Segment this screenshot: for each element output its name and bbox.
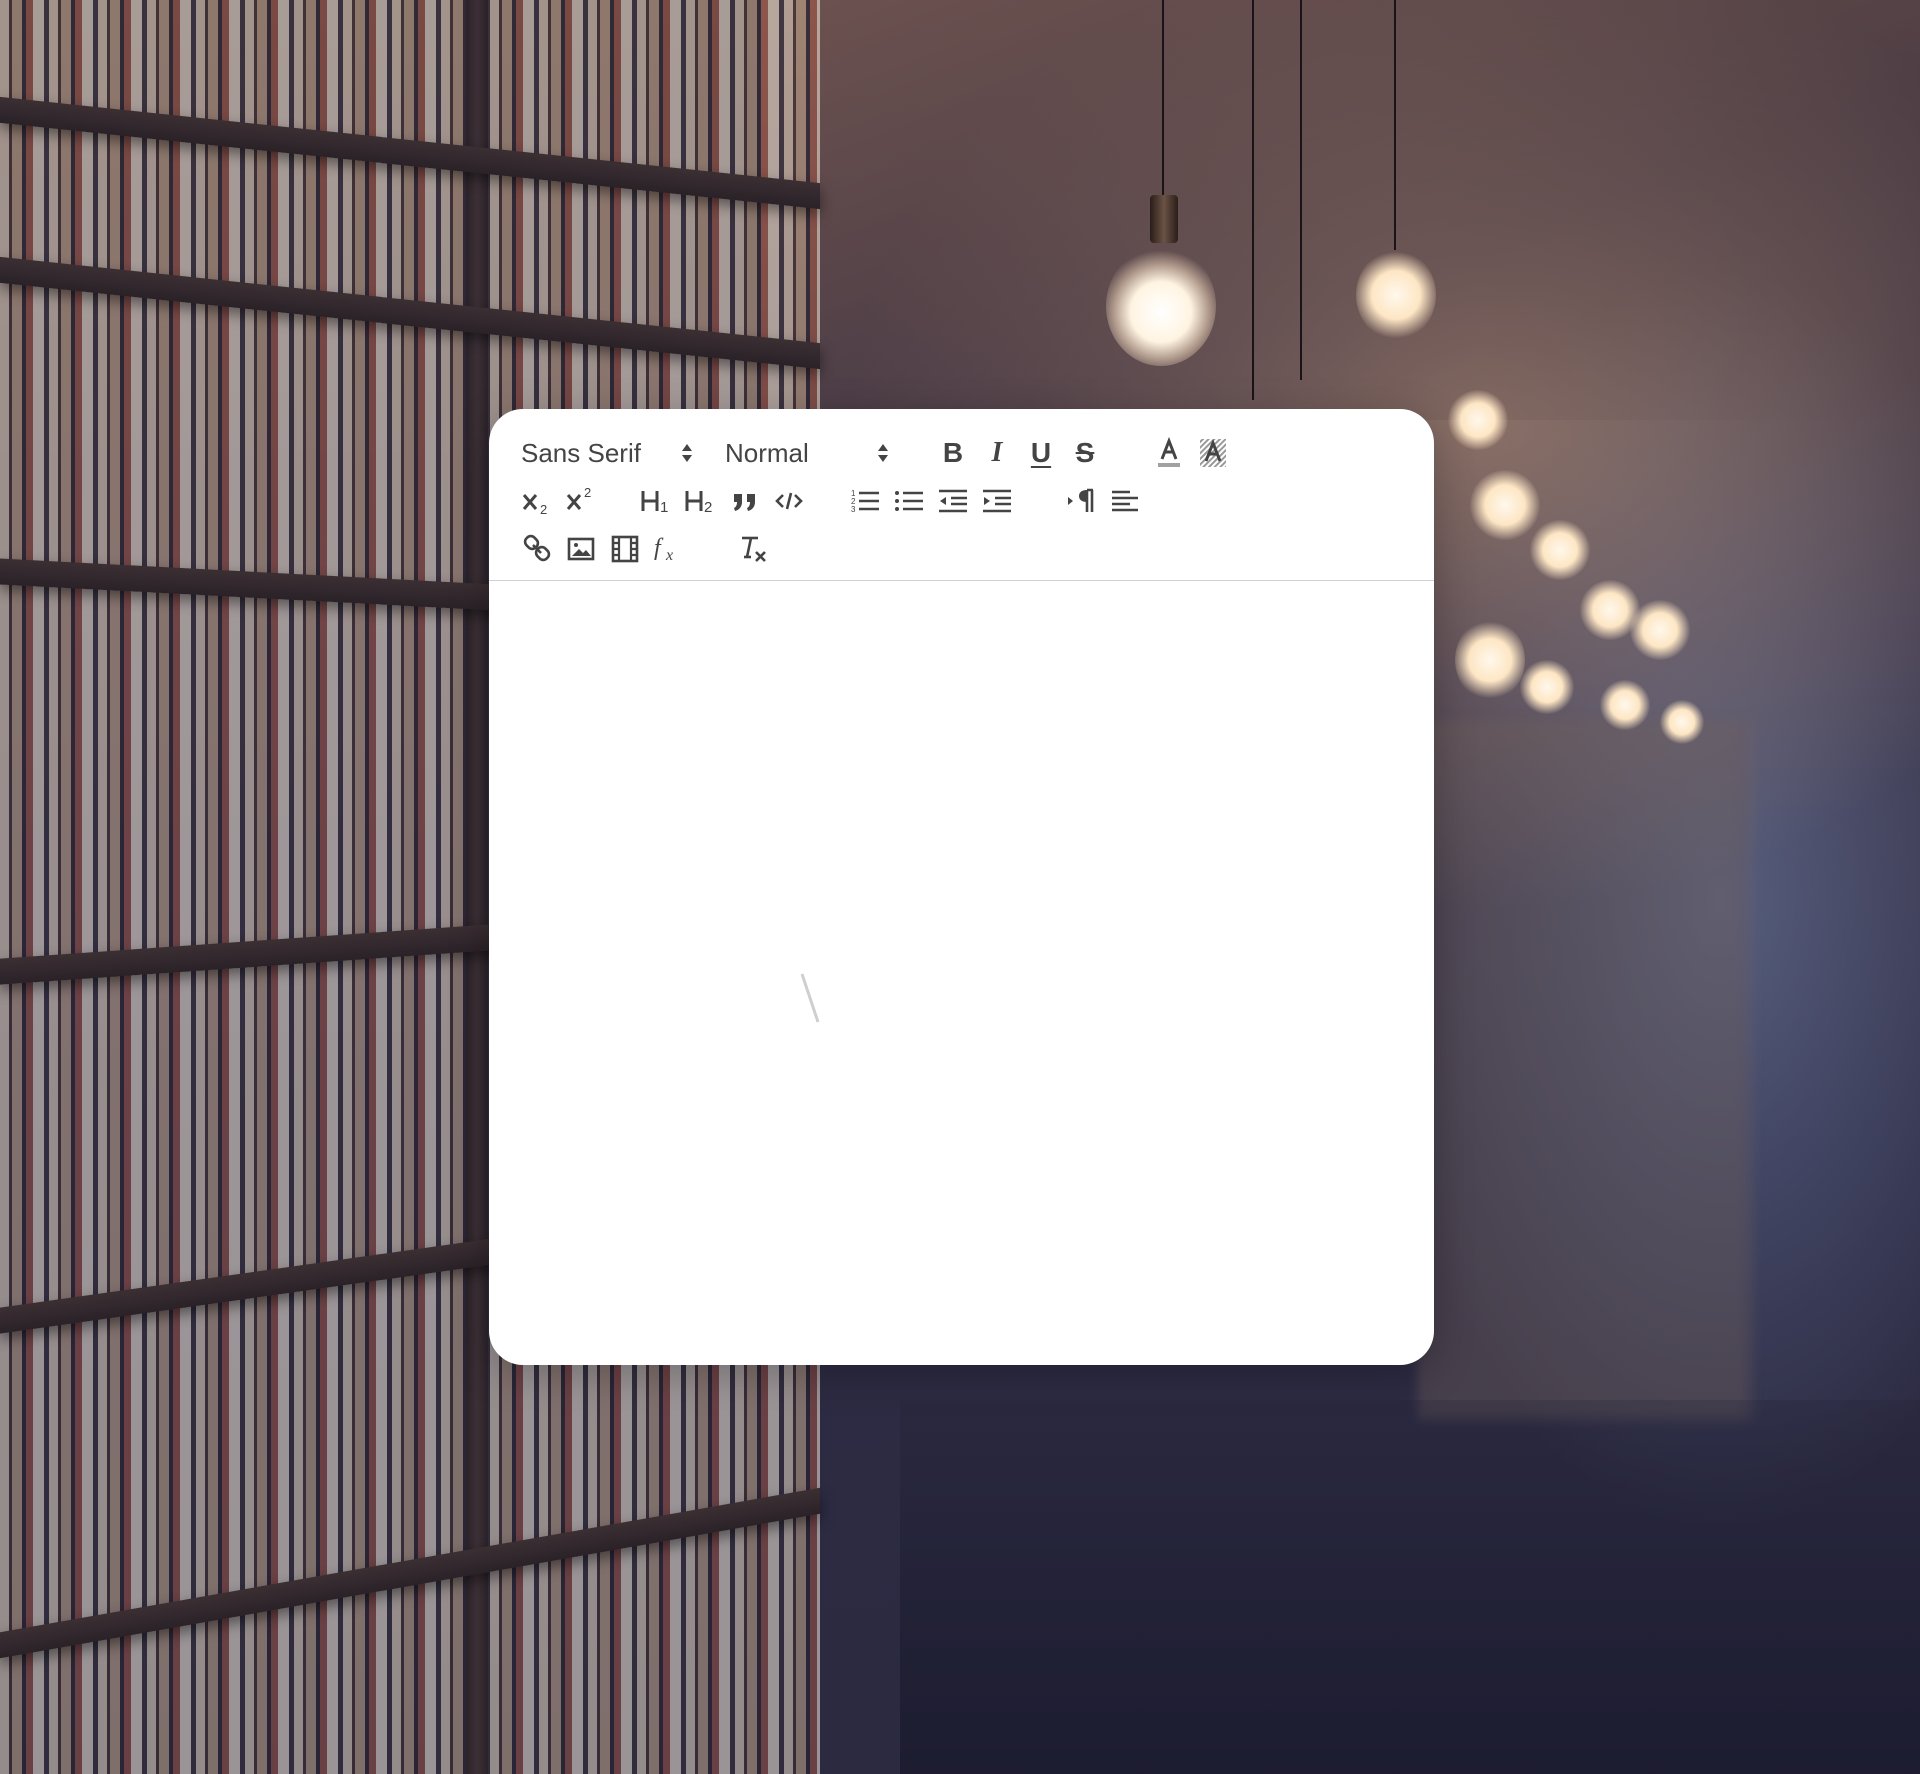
light-bulb — [1356, 250, 1436, 340]
bold-icon: B — [942, 437, 964, 468]
light-bulb — [1530, 520, 1590, 580]
video-button[interactable] — [603, 529, 647, 569]
text-color-button[interactable] — [1147, 433, 1191, 473]
font-family-picker[interactable]: Sans Serif — [515, 433, 703, 473]
svg-text:1: 1 — [660, 499, 668, 516]
text-direction-button[interactable] — [1059, 481, 1103, 521]
toolbar-row-2: 2 2 1 2 1 2 3 — [515, 477, 1434, 525]
italic-button[interactable]: I — [975, 433, 1019, 473]
background-color-button[interactable] — [1191, 433, 1235, 473]
lamp-socket — [1150, 195, 1178, 243]
underline-button[interactable]: U — [1019, 433, 1063, 473]
superscript-button[interactable]: 2 — [559, 481, 603, 521]
strike-button[interactable]: S — [1063, 433, 1107, 473]
light-bulb — [1600, 680, 1650, 730]
underline-icon: U — [1030, 437, 1052, 468]
bullet-list-icon — [895, 491, 923, 511]
indent-button[interactable] — [975, 481, 1019, 521]
bullet-list-button[interactable] — [887, 481, 931, 521]
blockquote-button[interactable] — [723, 481, 767, 521]
dropdown-arrows-icon — [682, 444, 692, 462]
svg-text:2: 2 — [704, 499, 712, 516]
formula-button[interactable]: f x — [647, 529, 691, 569]
strike-icon: S — [1075, 437, 1095, 468]
outdent-icon — [939, 489, 967, 513]
header-1-icon: 1 — [641, 491, 668, 516]
toolbar-row-3: f x — [515, 525, 1434, 573]
bold-button[interactable]: B — [931, 433, 975, 473]
far-bookshelf — [1420, 720, 1750, 1420]
code-block-button[interactable] — [767, 481, 811, 521]
light-bulb — [1660, 700, 1704, 744]
clear-format-icon — [742, 536, 766, 562]
link-button[interactable] — [515, 529, 559, 569]
light-bulb — [1448, 390, 1508, 450]
header-1-button[interactable]: 1 — [635, 481, 679, 521]
lamp-wire — [1300, 0, 1302, 380]
lamp-wire — [1252, 0, 1254, 400]
light-bulb — [1470, 470, 1540, 540]
formula-icon: f x — [654, 535, 673, 564]
svg-text:x: x — [665, 547, 673, 564]
light-bulb — [1106, 246, 1216, 366]
link-icon — [523, 534, 551, 562]
ordered-list-button[interactable]: 1 2 3 — [843, 481, 887, 521]
image-button[interactable] — [559, 529, 603, 569]
light-bulb — [1455, 620, 1525, 700]
svg-text:3: 3 — [851, 505, 856, 514]
shelf-upright — [466, 0, 488, 1774]
align-button[interactable] — [1103, 481, 1147, 521]
dropdown-arrows-icon — [878, 444, 888, 462]
font-family-label: Sans Serif — [521, 437, 641, 468]
floor — [900, 1400, 1920, 1774]
video-icon — [611, 535, 639, 563]
app-root: Sans Serif Normal B I U S 2 2 1 2 1 2 3 … — [0, 0, 1920, 1774]
indent-icon — [983, 489, 1011, 513]
rich-text-editor: Sans Serif Normal B I U S 2 2 1 2 1 2 3 … — [489, 409, 1434, 1365]
toolbar-row-1: Sans Serif Normal B I U S — [515, 429, 1434, 477]
outdent-button[interactable] — [931, 481, 975, 521]
ordered-list-icon: 1 2 3 — [851, 489, 879, 514]
clear-format-button[interactable] — [731, 529, 775, 569]
svg-text:f: f — [654, 535, 664, 561]
svg-text:2: 2 — [540, 502, 547, 517]
blockquote-icon — [734, 494, 755, 511]
lamp-wire — [1162, 0, 1164, 200]
align-icon — [1112, 490, 1138, 512]
font-size-picker[interactable]: Normal — [719, 433, 899, 473]
editor-content-area[interactable] — [489, 582, 1434, 1365]
image-icon — [567, 537, 595, 561]
text-color-icon — [1158, 437, 1180, 467]
light-bulb — [1630, 600, 1690, 660]
subscript-icon: 2 — [522, 494, 547, 517]
editor-toolbar: Sans Serif Normal B I U S 2 2 1 2 1 2 3 … — [489, 409, 1434, 581]
font-size-label: Normal — [725, 437, 809, 468]
subscript-button[interactable]: 2 — [515, 481, 559, 521]
ceiling — [760, 0, 1920, 420]
rtl-direction-icon — [1068, 488, 1094, 512]
superscript-icon: 2 — [566, 485, 591, 510]
lamp-wire — [1394, 0, 1396, 250]
svg-text:2: 2 — [584, 485, 591, 500]
header-2-icon: 2 — [685, 491, 712, 516]
mouse-cursor-icon — [800, 973, 820, 1023]
light-bulb — [1520, 660, 1574, 714]
header-2-button[interactable]: 2 — [679, 481, 723, 521]
code-block-icon — [775, 492, 803, 510]
background-color-icon — [1200, 438, 1226, 467]
italic-icon: I — [991, 437, 1003, 468]
